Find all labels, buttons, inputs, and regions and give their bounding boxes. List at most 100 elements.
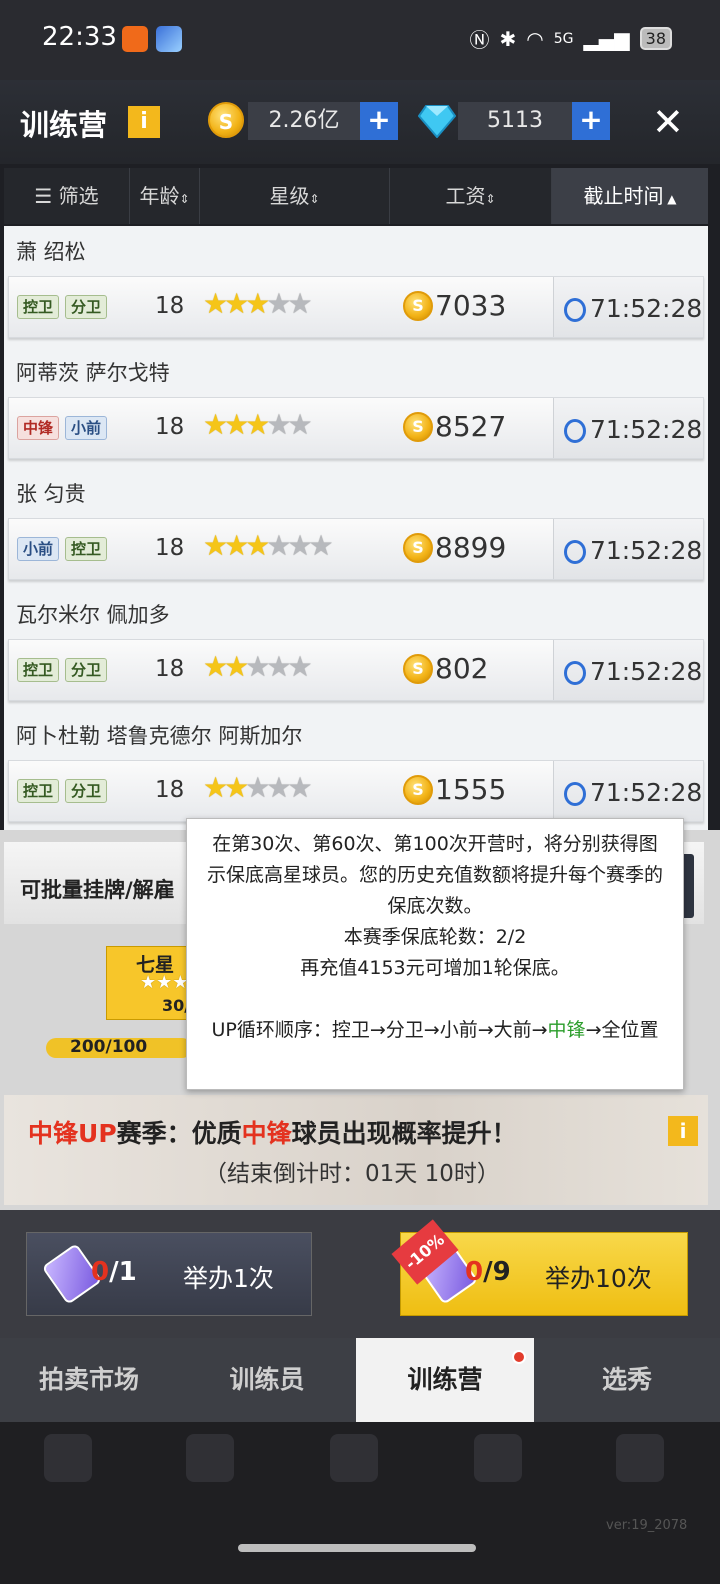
- player-age: 18: [155, 777, 185, 803]
- player-row[interactable]: 中锋 小前 18 ★★★★★ S 8527 71:52:28: [8, 397, 704, 459]
- sort-salary-label: 工资: [445, 184, 486, 208]
- host-once-button[interactable]: 0/1 举办1次: [26, 1232, 312, 1316]
- star-filled-icon: ★: [224, 287, 249, 320]
- star-filled-icon: ★: [245, 287, 270, 320]
- timer-icon: [564, 782, 586, 806]
- status-icons: Ⓝ ✱ ◠ 5G ▂▄▆ 38: [469, 24, 672, 53]
- diamond-icon: [418, 105, 456, 138]
- sort-deadline-label: 截止时间: [583, 184, 664, 208]
- deadline-cell: 71:52:28: [553, 519, 703, 579]
- tooltip-up-highlight: 中锋: [547, 1019, 586, 1041]
- sort-icon: ⇕: [179, 192, 190, 206]
- nfc-icon: Ⓝ: [469, 28, 490, 52]
- coin-balance: 2.26亿: [248, 102, 360, 140]
- nav-icon-1[interactable]: [44, 1434, 92, 1482]
- position-tag: 分卫: [65, 295, 108, 319]
- banner-mid: 赛季：优质: [116, 1119, 242, 1148]
- host-once-have: 0: [91, 1257, 110, 1287]
- deadline-cell: 71:52:28: [553, 277, 703, 337]
- tab-camp[interactable]: 训练营: [356, 1338, 534, 1422]
- salary-coin-icon: S: [403, 654, 433, 684]
- reward-stars-icon: ★★★: [140, 972, 189, 993]
- star-empty-icon: ★: [287, 529, 312, 562]
- player-name: 阿蒂茨 萨尔戈特: [16, 361, 170, 385]
- player-row[interactable]: 控卫 分卫 18 ★★★★★ S 7033 71:52:28: [8, 276, 704, 338]
- position-tag: 控卫: [65, 537, 108, 561]
- salary-coin-icon: S: [403, 291, 433, 321]
- deadline-time: 71:52:28: [590, 657, 703, 686]
- tab-trainers[interactable]: 训练员: [178, 1338, 356, 1422]
- wifi-icon: ◠: [526, 26, 544, 51]
- nav-icon-5[interactable]: [616, 1434, 664, 1482]
- player-row[interactable]: 小前 控卫 18 ★★★★★★ S 8899 71:52:28: [8, 518, 704, 580]
- sort-icon: ⇕: [309, 192, 320, 206]
- star-filled-icon: ★: [203, 408, 228, 441]
- star-filled-icon: ★: [203, 650, 228, 683]
- player-salary: 7033: [435, 289, 507, 322]
- deadline-cell: 71:52:28: [553, 398, 703, 458]
- player-name: 张 匀贵: [16, 482, 86, 506]
- filter-label: 筛选: [58, 184, 99, 208]
- star-filled-icon: ★: [203, 771, 228, 804]
- player-list[interactable]: 萧 绍松 控卫 分卫 18 ★★★★★ S 7033 71:52:28 阿蒂茨 萨尔戈特 中锋 小前…: [4, 226, 708, 830]
- tooltip-line3: 再充值4153元可增加1轮保底。: [300, 957, 570, 979]
- deadline-time: 71:52:28: [590, 415, 703, 444]
- host-ten-have: 0: [465, 1257, 484, 1287]
- star-rating: ★★★★★: [203, 287, 313, 320]
- star-rating: ★★★★★★: [203, 529, 334, 562]
- close-button[interactable]: ✕: [652, 100, 684, 144]
- banner-info-button[interactable]: i: [668, 1116, 698, 1146]
- banner-end: 球员出现概率提升！: [291, 1119, 517, 1148]
- sort-stars[interactable]: 星级⇕: [200, 168, 390, 224]
- star-empty-icon: ★: [308, 529, 334, 562]
- home-indicator[interactable]: [238, 1544, 476, 1552]
- host-ten-count: 0/9: [465, 1257, 511, 1287]
- host-once-need: /1: [109, 1257, 137, 1287]
- player-salary: 802: [435, 652, 489, 685]
- add-gems-button[interactable]: +: [572, 102, 610, 140]
- guarantee-progress-text: 200/100: [70, 1037, 148, 1057]
- signal-icon: ▂▄▆: [583, 26, 630, 51]
- add-coins-button[interactable]: +: [360, 102, 398, 140]
- sort-deadline[interactable]: 截止时间 ▲: [552, 168, 708, 224]
- star-empty-icon: ★: [287, 650, 312, 683]
- position-tag: 分卫: [65, 658, 108, 682]
- tooltip-up-order: UP循环顺序：控卫→分卫→小前→大前→: [211, 1019, 548, 1041]
- banner-up: UP: [78, 1119, 117, 1148]
- banner-pos1: 中锋: [28, 1119, 79, 1148]
- gold-coin-icon: S: [208, 102, 244, 138]
- star-filled-icon: ★: [245, 529, 270, 562]
- page-title: 训练营: [20, 108, 108, 142]
- deadline-cell: 71:52:28: [553, 640, 703, 700]
- filter-button[interactable]: ☰ 筛选: [4, 168, 130, 224]
- timer-icon: [564, 661, 586, 685]
- sort-up-icon: ▲: [663, 192, 677, 206]
- gem-balance: 5113: [458, 102, 572, 140]
- nav-icon-3[interactable]: [330, 1434, 378, 1482]
- star-filled-icon: ★: [224, 650, 249, 683]
- sort-age[interactable]: 年龄⇕: [130, 168, 200, 224]
- tab-auction[interactable]: 拍卖市场: [0, 1338, 178, 1422]
- star-rating: ★★★★★: [203, 408, 313, 441]
- player-row[interactable]: 控卫 分卫 18 ★★★★★ S 1555 71:52:28: [8, 760, 704, 822]
- sort-icon: ⇕: [485, 192, 496, 206]
- star-empty-icon: ★: [287, 771, 312, 804]
- player-age: 18: [155, 535, 185, 561]
- batch-label[interactable]: 可批量挂牌/解雇: [20, 874, 175, 904]
- nav-icon-2[interactable]: [186, 1434, 234, 1482]
- sort-salary[interactable]: 工资⇕: [390, 168, 552, 224]
- sort-age-label: 年龄: [139, 184, 180, 208]
- info-button[interactable]: i: [128, 106, 160, 138]
- filter-icon: ☰: [34, 184, 59, 208]
- nav-icon-4[interactable]: [474, 1434, 522, 1482]
- tab-draft[interactable]: 选秀: [534, 1338, 720, 1422]
- star-empty-icon: ★: [266, 650, 291, 683]
- player-row[interactable]: 控卫 分卫 18 ★★★★★ S 802 71:52:28: [8, 639, 704, 701]
- deadline-time: 71:52:28: [590, 778, 703, 807]
- position-tag: 控卫: [17, 658, 60, 682]
- star-empty-icon: ★: [266, 408, 291, 441]
- version-label: ver:19_2078: [606, 1518, 688, 1533]
- star-empty-icon: ★: [287, 287, 312, 320]
- position-tag: 分卫: [65, 779, 108, 803]
- position-tag: 控卫: [17, 295, 60, 319]
